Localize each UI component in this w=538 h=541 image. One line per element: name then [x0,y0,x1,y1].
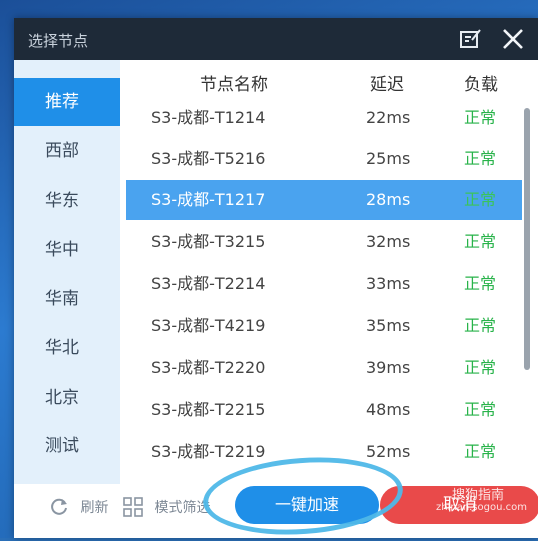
watermark-main: 搜狗指南 [452,488,505,503]
close-icon[interactable] [500,26,526,52]
table-row[interactable]: S3-成都-T2215 48ms 正常 [126,390,522,430]
sidebar-item-label: 华东 [45,191,79,211]
node-name: S3-成都-T5216 [151,149,266,168]
node-delay: 32ms [366,232,411,251]
node-name: S3-成都-T1217 [151,190,266,209]
refresh-label: 刷新 [80,500,109,516]
sidebar-item-recommended[interactable]: 推荐 [14,78,120,126]
sidebar-item-label: 华南 [45,289,79,309]
table-row[interactable]: S3-成都-T3215 32ms 正常 [126,222,522,262]
mode-filter-label: 模式筛选 [154,500,211,516]
sidebar-item-beijing[interactable]: 北京 [14,374,120,422]
node-load-status: 正常 [464,400,497,419]
node-delay: 52ms [366,442,411,461]
node-load-status: 正常 [464,358,497,377]
node-load-status: 正常 [464,442,497,461]
watermark: 搜狗指南 zhinan.sogou.com [430,484,538,524]
node-name: S3-成都-T2214 [151,274,266,293]
sidebar-item-label: 推荐 [45,92,79,112]
column-header-delay: 延迟 [370,75,404,95]
sidebar-item-label: 西部 [45,141,79,161]
node-delay: 48ms [366,400,411,419]
node-delay: 28ms [366,190,411,209]
scrollbar-thumb[interactable] [524,108,530,370]
watermark-sub: zhinan.sogou.com [436,502,528,513]
refresh-icon [48,498,74,515]
sidebar-item-south[interactable]: 华南 [14,275,120,323]
dialog-title: 选择节点 [28,32,89,50]
node-delay: 25ms [366,149,411,168]
node-load-status: 正常 [464,274,497,293]
mode-filter-button[interactable]: 模式筛选 [122,496,210,518]
node-load-status: 正常 [464,149,497,168]
table-row[interactable]: S3-成都-T2214 33ms 正常 [126,264,522,304]
sidebar-item-label: 测试 [45,436,79,456]
node-name: S3-成都-T2215 [151,400,266,419]
sidebar-item-central[interactable]: 华中 [14,226,120,274]
node-name: S3-成都-T2219 [151,442,266,461]
node-load-status: 正常 [464,190,497,209]
edit-icon[interactable] [458,26,484,52]
node-delay: 39ms [366,358,411,377]
table-row[interactable]: S3-成都-T4219 35ms 正常 [126,306,522,346]
node-name: S3-成都-T2220 [151,358,266,377]
sidebar-item-east[interactable]: 华东 [14,177,120,225]
table-row-selected[interactable]: S3-成都-T1217 28ms 正常 [126,180,522,220]
table-row[interactable]: S3-成都-T1214 22ms 正常 [126,98,522,138]
title-bar: 选择节点 [14,18,538,60]
node-name: S3-成都-T4219 [151,316,266,335]
column-header-load: 负载 [464,75,498,95]
select-node-dialog: 选择节点 推荐 西部 华东 华中 华南 华北 北京 测试 节点名称 延迟 负载 … [14,18,538,538]
table-row[interactable]: S3-成都-T2220 39ms 正常 [126,348,522,388]
node-load-status: 正常 [464,316,497,335]
node-delay: 22ms [366,108,411,127]
table-scrollbar[interactable] [522,104,532,484]
sidebar-item-west[interactable]: 西部 [14,127,120,175]
one-click-accelerate-button[interactable]: 一键加速 [235,486,379,524]
node-delay: 35ms [366,316,411,335]
node-name: S3-成都-T3215 [151,232,266,251]
sidebar-item-label: 华北 [45,338,79,358]
node-load-status: 正常 [464,232,497,251]
column-header-name: 节点名称 [200,75,268,95]
refresh-button[interactable]: 刷新 [48,496,108,518]
node-name: S3-成都-T1214 [151,108,266,127]
node-load-status: 正常 [464,108,497,127]
table-row[interactable]: S3-成都-T2219 52ms 正常 [126,432,522,472]
sidebar-item-label: 北京 [45,388,79,408]
node-delay: 33ms [366,274,411,293]
sidebar-item-north[interactable]: 华北 [14,324,120,372]
sidebar-item-label: 华中 [45,240,79,260]
sidebar-item-test[interactable]: 测试 [14,422,120,470]
region-sidebar: 推荐 西部 华东 华中 华南 华北 北京 测试 [14,60,120,484]
grid-icon [122,497,148,517]
table-row[interactable]: S3-成都-T5216 25ms 正常 [126,139,522,179]
